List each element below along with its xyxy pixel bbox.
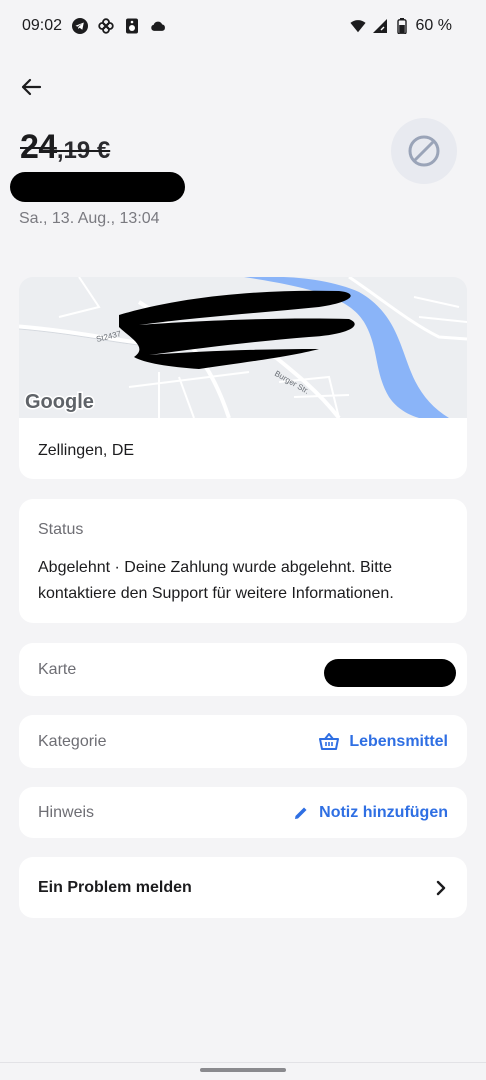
back-button[interactable] [14, 70, 48, 104]
note-row[interactable]: Hinweis Notiz hinzufügen [19, 787, 467, 838]
pinwheel-icon [98, 18, 114, 34]
home-indicator[interactable] [200, 1068, 286, 1072]
basket-icon [319, 732, 340, 750]
cloud-icon [150, 18, 166, 34]
category-value: Lebensmittel [349, 732, 448, 750]
status-bar: 09:02 60 % [0, 0, 486, 52]
google-attribution: Google [25, 391, 94, 413]
status-bar-left: 09:02 [22, 17, 166, 35]
map-preview[interactable]: St2437 Burger Str. Google [19, 277, 467, 420]
add-note-label: Notiz hinzufügen [319, 803, 448, 821]
chevron-right-icon [436, 880, 446, 895]
wifi-icon [349, 18, 366, 34]
battery-icon [394, 18, 410, 34]
status-title: Status [38, 521, 84, 538]
add-note-button[interactable]: Notiz hinzufügen [293, 804, 448, 822]
report-problem-button[interactable]: Ein Problem melden [19, 857, 467, 918]
clock: 09:02 [22, 17, 63, 34]
category-row[interactable]: Kategorie Lebensmittel [19, 715, 467, 768]
status-card: Status Abgelehnt · Deine Zahlung wurde a… [19, 499, 467, 623]
location-text: Zellingen, DE [38, 442, 135, 459]
transaction-date: Sa., 13. Aug., 13:04 [19, 210, 160, 227]
battery-percent: 60 % [415, 17, 452, 34]
status-text: Abgelehnt · Deine Zahlung wurde abgelehn… [38, 559, 394, 602]
amount-major: 24 [20, 128, 57, 166]
transaction-amount: 24 ,19 € [20, 128, 110, 167]
redacted-card [324, 659, 456, 687]
redacted-merchant [10, 172, 185, 202]
status-bar-right: 60 % [349, 17, 452, 35]
speaker-icon [124, 18, 140, 34]
telegram-icon [72, 18, 89, 34]
nav-divider [0, 1062, 486, 1063]
category-label: Kategorie [38, 732, 107, 750]
blocked-icon [408, 135, 440, 167]
location-card[interactable]: St2437 Burger Str. Google Zellingen, DE [19, 277, 467, 479]
report-problem-label: Ein Problem melden [38, 878, 192, 896]
note-label: Hinweis [38, 803, 95, 821]
category-value-button[interactable]: Lebensmittel [319, 732, 448, 751]
card-label: Karte [38, 660, 77, 678]
pencil-icon [295, 807, 307, 819]
signal-icon [372, 18, 388, 34]
arrow-left-icon [21, 78, 42, 96]
card-info-row: Karte [19, 643, 467, 696]
blocked-badge [391, 118, 457, 184]
amount-minor: ,19 € [56, 137, 111, 164]
